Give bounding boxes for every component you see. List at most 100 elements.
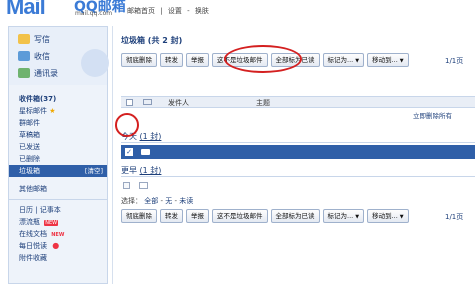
quick-actions: 写信 收信 通讯录 <box>9 27 109 85</box>
pencil-icon <box>18 34 30 44</box>
select-sep: - <box>174 197 177 205</box>
star-icon: ★ <box>49 107 56 115</box>
select-prefix: 选择： <box>121 197 142 205</box>
table-row[interactable]: ✓ <box>121 145 475 159</box>
folder-nav: 收件箱(37) 星标邮件 ★ 群邮件 草稿箱 已发送 已删除 垃圾箱 [清空] … <box>9 93 107 264</box>
contacts-button[interactable]: 通讯录 <box>18 66 58 80</box>
contacts-icon <box>18 68 30 78</box>
delete-forever-button[interactable]: 彻底删除 <box>121 53 157 67</box>
sidebar-item-group[interactable]: 群邮件 <box>9 117 107 129</box>
write-button[interactable]: 写信 <box>18 32 50 46</box>
chevron-down-icon: ▼ <box>399 58 404 64</box>
not-spam-button[interactable]: 这不是垃圾邮件 <box>212 209 268 223</box>
contacts-label: 通讯录 <box>34 68 58 78</box>
sidebar-item-label: 附件收藏 <box>19 254 47 262</box>
logo-url: mail.qq.com <box>75 10 113 17</box>
sidebar-item-label: 垃圾箱 <box>19 167 40 175</box>
header-links: 邮箱首页 | 设置 - 换肤 <box>127 6 212 16</box>
unread-dot-icon: ● <box>52 241 60 250</box>
select-unread-link[interactable]: 未读 <box>179 197 193 205</box>
report-button[interactable]: 举报 <box>186 209 209 223</box>
sidebar-item-drafts[interactable]: 草稿箱 <box>9 129 107 141</box>
highlight-ring <box>115 113 139 137</box>
chevron-down-icon: ▼ <box>355 58 360 64</box>
report-button[interactable]: 举报 <box>186 53 209 67</box>
sidebar-item-inbox[interactable]: 收件箱(37) <box>9 93 107 105</box>
delete-forever-button[interactable]: 彻底删除 <box>121 209 157 223</box>
inbox-icon <box>18 51 30 61</box>
mark-as-dropdown[interactable]: 标记为... ▼ <box>322 53 365 67</box>
mark-as-label: 标记为... <box>327 56 354 64</box>
column-subject[interactable]: 主题 <box>256 98 270 108</box>
clear-spam-link[interactable]: [清空] <box>85 165 103 177</box>
select-bar: 选择： 全部 - 无 - 未读 <box>121 196 193 206</box>
sidebar-item-calendar[interactable]: 日历 | 记事本 <box>9 204 107 216</box>
forward-button[interactable]: 转发 <box>160 209 183 223</box>
sidebar-item-sent[interactable]: 已发送 <box>9 141 107 153</box>
chevron-down-icon: ▼ <box>399 214 404 220</box>
list-header: 发件人 主题 <box>121 96 475 108</box>
envelope-icon <box>141 149 150 155</box>
row-checkbox[interactable] <box>123 182 130 189</box>
divider <box>121 176 475 177</box>
sidebar-item-label: 在线文档 <box>19 230 47 238</box>
inbox-button[interactable]: 收信 <box>18 49 50 63</box>
forward-button[interactable]: 转发 <box>160 53 183 67</box>
sidebar-item-label: 草稿箱 <box>19 131 40 139</box>
new-badge: NEW <box>51 232 65 238</box>
settings-link[interactable]: 设置 <box>168 7 182 15</box>
select-none-link[interactable]: 无 <box>165 197 172 205</box>
move-to-dropdown[interactable]: 移动到... ▼ <box>367 209 409 223</box>
sidebar-item-deleted[interactable]: 已删除 <box>9 153 107 165</box>
sidebar-item-label: 日历 | 记事本 <box>19 206 61 214</box>
sidebar-item-label: 收件箱(37) <box>19 95 57 103</box>
mark-as-dropdown[interactable]: 标记为... ▼ <box>322 209 365 223</box>
toolbar-bottom: 彻底删除 转发 举报 这不是垃圾邮件 全部标为已读 标记为... ▼ 移动到...… <box>121 209 412 223</box>
pager: 1/1页 <box>445 213 464 221</box>
delete-all-link[interactable]: 立即删除所有 <box>413 110 452 120</box>
mark-as-label: 标记为... <box>327 212 354 220</box>
new-badge: NEW <box>44 220 59 226</box>
select-all-checkbox[interactable] <box>126 99 133 106</box>
sidebar-item-spam[interactable]: 垃圾箱 [清空] <box>9 165 107 177</box>
sidebar-item-label: 漂流瓶 <box>19 218 40 226</box>
logo[interactable]: Mail <box>6 0 46 20</box>
column-sender[interactable]: 发件人 <box>168 98 189 108</box>
envelope-icon <box>139 182 148 189</box>
divider <box>121 142 475 143</box>
sidebar: 写信 收信 通讯录 收件箱(37) 星标邮件 ★ 群邮件 草稿箱 已发送 已删除 <box>8 26 109 284</box>
group-count[interactable]: (1 封) <box>140 166 162 175</box>
sidebar-item-docs[interactable]: 在线文档 NEW <box>9 228 107 240</box>
select-all-link[interactable]: 全部 <box>144 197 158 205</box>
page-title: 垃圾箱 (共 2 封) <box>121 36 183 45</box>
write-label: 写信 <box>34 34 50 44</box>
main-panel: 垃圾箱 (共 2 封) 彻底删除 转发 举报 这不是垃圾邮件 全部标为已读 标记… <box>112 26 475 284</box>
link-sep: - <box>187 7 190 15</box>
group-label: 更早 <box>121 166 137 175</box>
sidebar-item-label: 每日悦读 <box>19 242 47 250</box>
divider <box>9 199 107 200</box>
sidebar-item-attachments[interactable]: 附件收藏 <box>9 252 107 264</box>
app-header: Mail QQ邮箱 mail.qq.com 邮箱首页 | 设置 - 换肤 <box>0 0 475 22</box>
highlight-ring <box>224 45 302 73</box>
mark-all-read-button[interactable]: 全部标为已读 <box>270 209 320 223</box>
group-count[interactable]: (1 封) <box>140 132 162 141</box>
sidebar-item-starred[interactable]: 星标邮件 ★ <box>9 105 107 117</box>
sidebar-item-label: 星标邮件 <box>19 107 47 115</box>
skin-link[interactable]: 换肤 <box>195 7 209 15</box>
envelope-icon <box>143 99 152 105</box>
move-to-dropdown[interactable]: 移动到... ▼ <box>367 53 409 67</box>
sidebar-item-reading[interactable]: 每日悦读 ● <box>9 240 107 252</box>
select-sep: - <box>160 197 163 205</box>
pager: 1/1页 <box>445 57 464 65</box>
home-link[interactable]: 邮箱首页 <box>127 7 155 15</box>
decor-circle <box>81 49 109 77</box>
sidebar-item-label: 群邮件 <box>19 119 40 127</box>
sidebar-item-other-mailboxes[interactable]: 其他邮箱 <box>9 183 107 195</box>
group-earlier: 更早 (1 封) <box>121 165 161 176</box>
chevron-down-icon: ▼ <box>355 214 360 220</box>
sidebar-item-label: 其他邮箱 <box>19 185 47 193</box>
move-to-label: 移动到... <box>372 212 398 220</box>
row-checkbox[interactable]: ✓ <box>125 148 133 156</box>
sidebar-item-bottle[interactable]: 漂流瓶 NEW <box>9 216 107 228</box>
